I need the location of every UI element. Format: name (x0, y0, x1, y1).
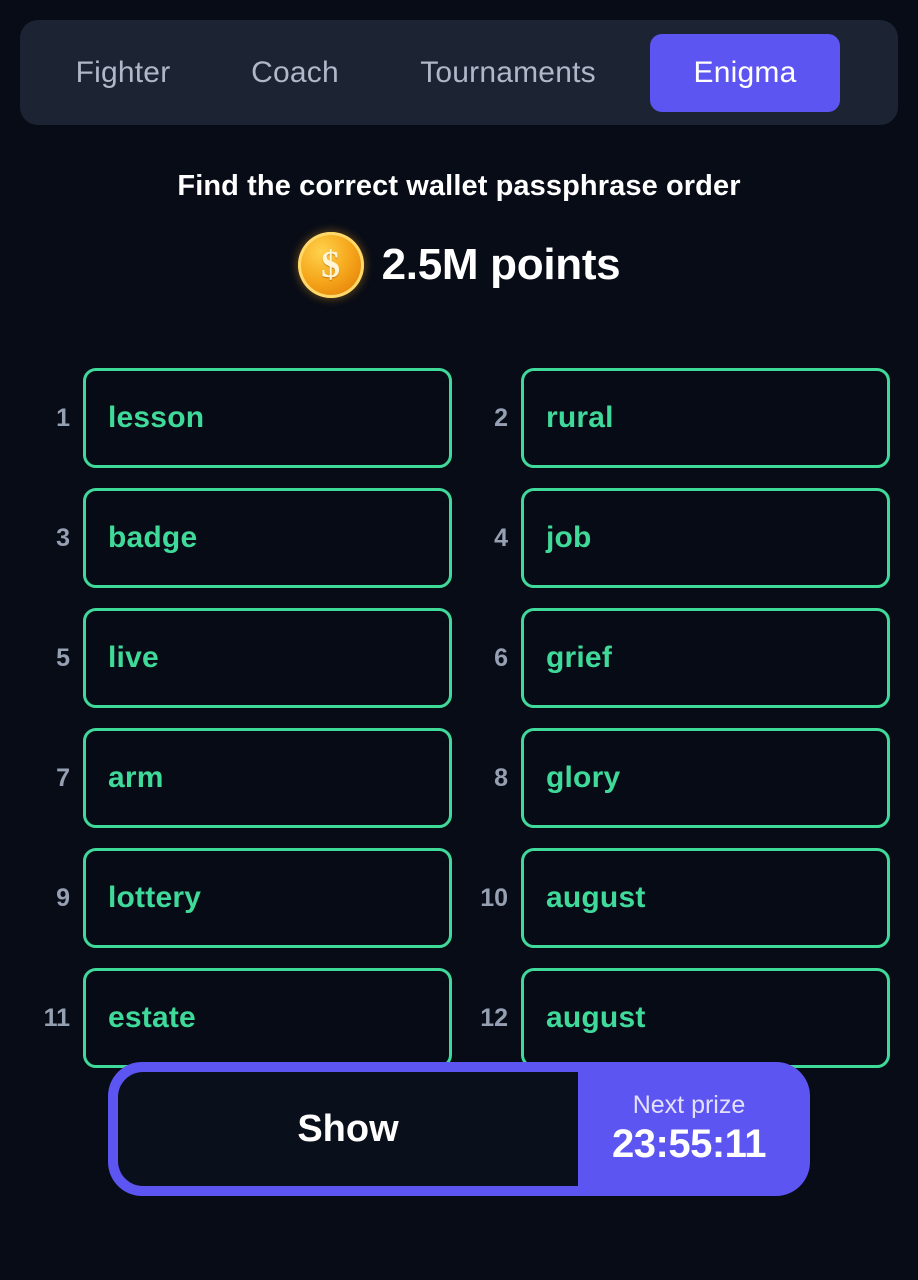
passphrase-cell: 5 live (28, 608, 452, 708)
word-label: arm (108, 761, 164, 794)
word-box[interactable]: lesson (83, 368, 452, 468)
word-box[interactable]: badge (83, 488, 452, 588)
passphrase-cell: 12 august (466, 968, 890, 1068)
word-label: job (546, 521, 592, 554)
word-box[interactable]: august (521, 968, 890, 1068)
passphrase-cell: 11 estate (28, 968, 452, 1068)
next-prize-timer: 23:55:11 (612, 1122, 766, 1166)
next-prize-panel[interactable]: Next prize 23:55:11 (578, 1072, 810, 1186)
tab-coach-label: Coach (251, 55, 339, 89)
word-index: 10 (480, 883, 508, 912)
word-index: 7 (56, 763, 70, 792)
action-bar: Show Next prize 23:55:11 (108, 1062, 810, 1196)
show-button[interactable]: Show (118, 1072, 578, 1186)
word-index: 1 (56, 403, 70, 432)
passphrase-cell: 8 glory (466, 728, 890, 828)
word-label: august (546, 1001, 646, 1034)
word-label: glory (546, 761, 621, 794)
word-label: grief (546, 641, 613, 674)
word-label: badge (108, 521, 198, 554)
word-box[interactable]: job (521, 488, 890, 588)
passphrase-cell: 4 job (466, 488, 890, 588)
points-value: 2.5M points (381, 240, 621, 289)
passphrase-cell: 7 arm (28, 728, 452, 828)
tab-coach[interactable]: Coach (216, 34, 374, 112)
tab-tournaments-label: Tournaments (420, 55, 596, 89)
word-index: 12 (480, 1003, 508, 1032)
word-label: august (546, 881, 646, 914)
word-index: 4 (494, 523, 508, 552)
enigma-screen: Fighter Coach Tournaments Enigma Find th… (0, 0, 918, 1280)
word-index: 2 (494, 403, 508, 432)
passphrase-cell: 3 badge (28, 488, 452, 588)
word-box[interactable]: live (83, 608, 452, 708)
word-box[interactable]: august (521, 848, 890, 948)
coin-icon: $ (297, 232, 364, 298)
passphrase-cell: 9 lottery (28, 848, 452, 948)
tab-fighter-label: Fighter (75, 55, 171, 89)
word-index: 3 (56, 523, 70, 552)
next-prize-label: Next prize (632, 1091, 746, 1119)
word-label: lesson (108, 401, 205, 434)
passphrase-grid: 1 lesson 2 rural 3 badge 4 job 5 live 6 … (0, 368, 918, 1068)
word-label: rural (546, 401, 614, 434)
tab-tournaments[interactable]: Tournaments (374, 34, 642, 112)
word-index: 11 (43, 1003, 70, 1032)
word-label: lottery (108, 881, 202, 914)
tab-enigma[interactable]: Enigma (650, 33, 840, 112)
points-row: $ 2.5M points (0, 232, 918, 298)
word-box[interactable]: arm (83, 728, 452, 828)
passphrase-cell: 2 rural (466, 368, 890, 468)
word-index: 8 (494, 763, 508, 792)
tab-fighter[interactable]: Fighter (30, 34, 216, 112)
tab-enigma-label: Enigma (693, 55, 797, 89)
passphrase-cell: 10 august (466, 848, 890, 948)
coin-dollar-symbol: $ (321, 244, 341, 286)
word-index: 9 (56, 883, 70, 912)
word-box[interactable]: grief (521, 608, 890, 708)
passphrase-cell: 1 lesson (28, 368, 452, 468)
word-box[interactable]: lottery (83, 848, 452, 948)
top-navigation-bar: Fighter Coach Tournaments Enigma (20, 20, 898, 125)
word-label: estate (108, 1001, 196, 1034)
page-title: Find the correct wallet passphrase order (177, 170, 741, 202)
word-index: 5 (56, 643, 70, 672)
word-label: live (108, 641, 159, 674)
passphrase-cell: 6 grief (466, 608, 890, 708)
word-box[interactable]: estate (83, 968, 452, 1068)
word-box[interactable]: rural (521, 368, 890, 468)
word-box[interactable]: glory (521, 728, 890, 828)
word-index: 6 (494, 643, 508, 672)
